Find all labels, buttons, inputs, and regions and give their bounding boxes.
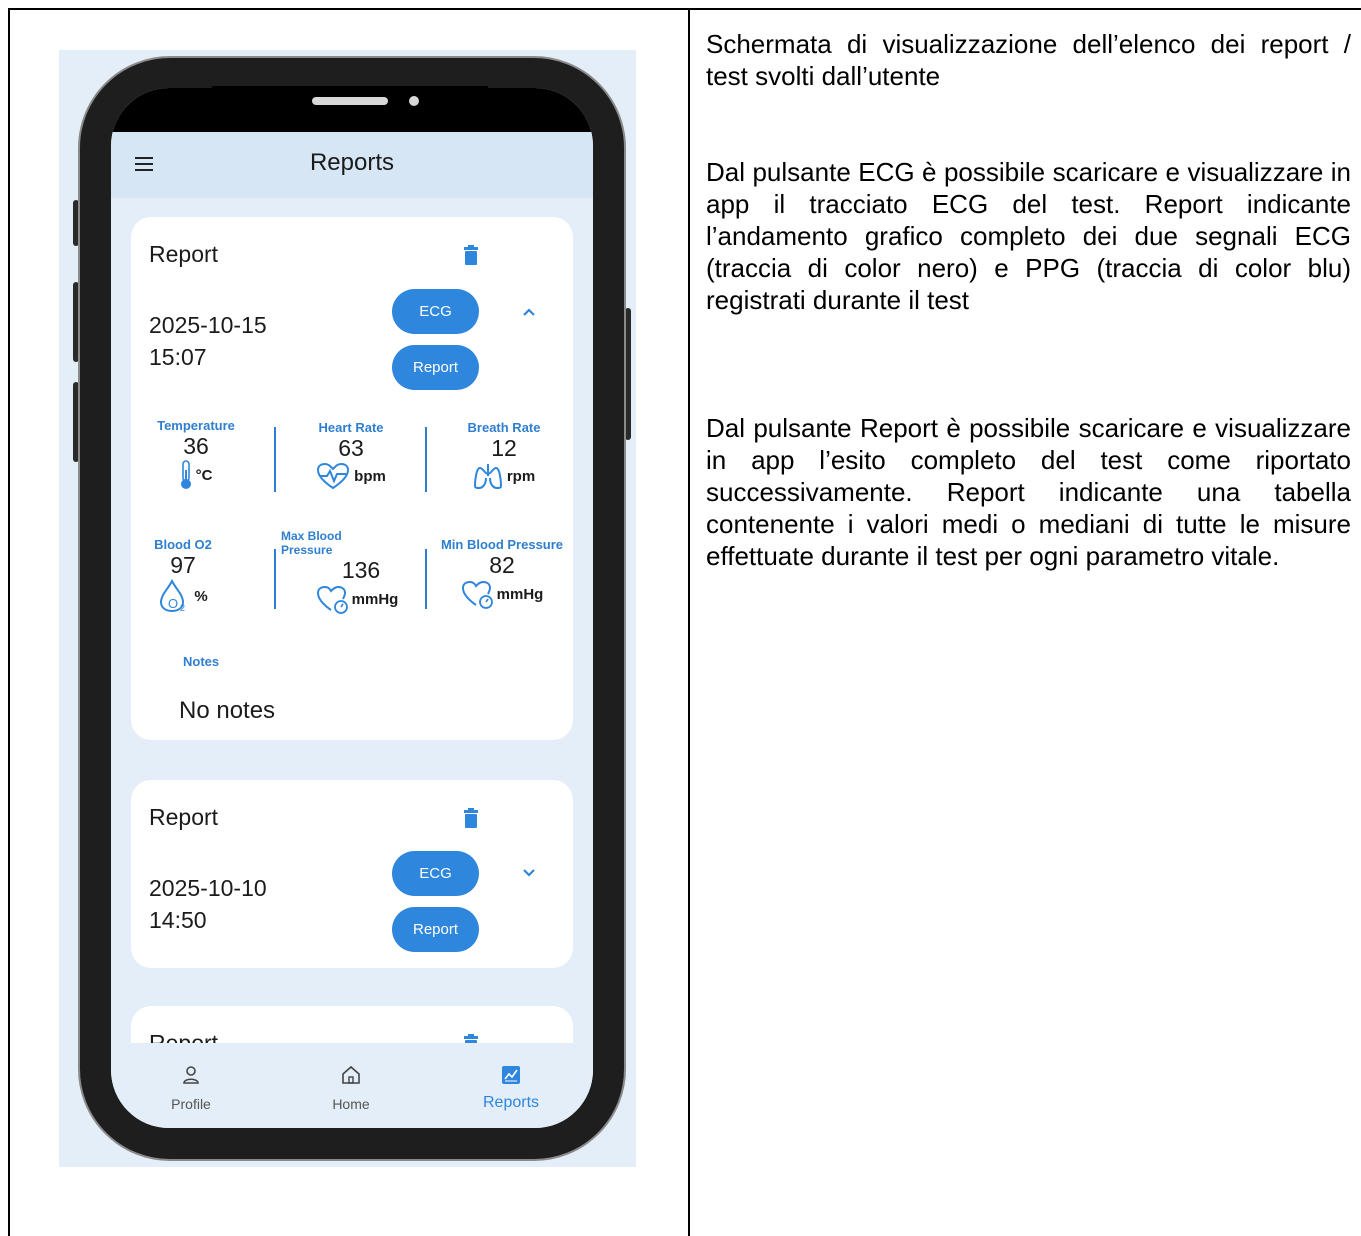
report-date: 2025-10-10	[149, 875, 267, 901]
metric-heart-rate: Heart Rate 63 bpm	[291, 420, 411, 490]
trash-icon[interactable]	[464, 245, 478, 265]
heart-gauge-icon	[461, 580, 493, 609]
nav-label: Home	[332, 1096, 370, 1112]
person-icon	[183, 1066, 199, 1084]
description-text: Dal pulsante ECG è possibile scaricare e…	[706, 157, 1351, 315]
home-icon	[342, 1065, 360, 1084]
metric-value: 82	[489, 552, 515, 578]
description-intro: Schermata di visualizzazione dell’elenco…	[706, 28, 1351, 92]
metric-temperature: Temperature 36 °C	[141, 418, 251, 490]
report-date: 2025-10-15	[149, 312, 267, 338]
description-text: Schermata di visualizzazione dell’elenco…	[706, 29, 1351, 91]
metric-value: 63	[338, 435, 364, 461]
metric-unit: %	[194, 587, 208, 605]
report-card: Report 2025-10-10 14:50 ECG Report	[131, 780, 573, 968]
metric-unit: mmHg	[496, 585, 544, 603]
report-card: Report 2025-10-15 15:07 ECG Report Tempe…	[131, 217, 573, 740]
chevron-down-icon[interactable]	[522, 868, 536, 878]
metric-blood-o2: Blood O2 97 O2 %	[133, 537, 233, 613]
metric-divider	[274, 427, 276, 492]
report-title: Report	[149, 804, 219, 830]
ecg-button[interactable]: ECG	[392, 289, 479, 334]
report-button[interactable]: Report	[392, 345, 479, 390]
nav-item-reports[interactable]: Reports	[466, 1065, 556, 1112]
metric-label: Max Blood Pressure	[281, 529, 342, 557]
app-bar: Reports	[111, 132, 593, 198]
report-datetime: 2025-10-10 14:50	[149, 872, 267, 936]
metric-divider	[425, 427, 427, 492]
report-datetime: 2025-10-15 15:07	[149, 309, 267, 373]
report-time: 14:50	[149, 907, 207, 933]
phone-camera	[409, 96, 419, 106]
metric-value: 97	[170, 552, 196, 578]
oxygen-drop-icon: O2	[160, 579, 185, 613]
column-divider	[688, 8, 690, 1236]
phone-speaker	[312, 97, 388, 105]
metric-value: 36	[183, 433, 209, 459]
metric-value: 136	[341, 557, 381, 583]
metric-max-blood-pressure: Max Blood Pressure 136 mmHg	[281, 529, 421, 614]
thermometer-icon	[180, 460, 191, 489]
ecg-button[interactable]: ECG	[392, 851, 479, 896]
metric-label: Heart Rate	[318, 420, 384, 435]
trash-icon[interactable]	[464, 808, 478, 828]
metric-divider	[274, 549, 276, 609]
metric-divider	[425, 549, 427, 609]
metric-label: Min Blood Pressure	[440, 537, 564, 552]
metric-label: Blood O2	[154, 537, 212, 552]
metric-unit: mmHg	[351, 590, 399, 608]
notes-value: No notes	[179, 697, 276, 724]
metric-value: 12	[491, 435, 517, 461]
heart-gauge-icon	[316, 585, 348, 614]
svg-text:O: O	[168, 596, 178, 611]
chevron-up-icon[interactable]	[522, 307, 536, 317]
metric-unit: bpm	[354, 467, 386, 485]
description-text: Dal pulsante Report è possibile scaricar…	[706, 413, 1351, 571]
report-time: 15:07	[149, 344, 207, 370]
chart-icon	[502, 1066, 520, 1084]
metric-unit: °C	[195, 466, 213, 484]
metric-label: Temperature	[157, 418, 235, 433]
page-title: Reports	[309, 149, 395, 176]
report-title: Report	[149, 241, 219, 267]
bottom-navigation: Profile Home Reports	[111, 1043, 593, 1128]
nav-item-home[interactable]: Home	[311, 1065, 391, 1112]
heart-pulse-icon	[317, 462, 350, 490]
nav-label: Profile	[171, 1096, 211, 1112]
phone-notch	[212, 86, 488, 126]
svg-text:2: 2	[180, 603, 185, 613]
description-ecg: Dal pulsante ECG è possibile scaricare e…	[706, 156, 1351, 316]
description-report: Dal pulsante Report è possibile scaricar…	[706, 412, 1351, 572]
lungs-icon	[473, 464, 502, 490]
metric-label: Breath Rate	[467, 420, 541, 435]
report-button[interactable]: Report	[392, 907, 479, 952]
nav-item-profile[interactable]: Profile	[151, 1065, 231, 1112]
nav-label: Reports	[482, 1094, 540, 1111]
metric-unit: rpm	[506, 467, 536, 485]
app-screen: Reports Report 2025-10-15 15:07 ECG Repo…	[111, 88, 593, 1128]
notes-label: Notes	[183, 654, 220, 669]
metric-breath-rate: Breath Rate 12 rpm	[449, 420, 559, 490]
metric-min-blood-pressure: Min Blood Pressure 82 mmHg	[431, 537, 573, 609]
